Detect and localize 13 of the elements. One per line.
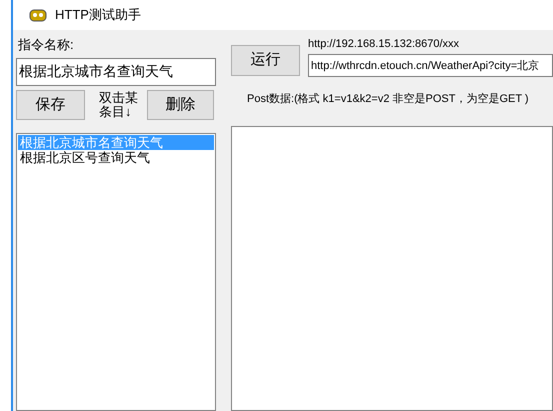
run-button[interactable]: 运行 [231, 45, 300, 76]
app-icon [29, 8, 47, 22]
command-name-label: 指令名称: [17, 36, 75, 54]
save-button[interactable]: 保存 [16, 90, 85, 120]
url-label: http://192.168.15.132:8670/xxx [308, 37, 460, 52]
hint-text: 双击某条目↓ [99, 91, 139, 119]
command-name-field[interactable]: 根据北京城市名查询天气 [16, 58, 216, 86]
url-field[interactable]: http://wthrcdn.etouch.cn/WeatherApi?city=北京 [308, 54, 553, 77]
delete-button[interactable]: 删除 [147, 90, 214, 120]
list-item[interactable]: 根据北京区号查询天气 [18, 150, 214, 165]
window-title: HTTP测试助手 [55, 6, 141, 24]
post-data-field[interactable] [231, 126, 553, 411]
post-data-label: Post数据:(格式 k1=v1&k2=v2 非空是POST，为空是GET ) [247, 92, 530, 107]
